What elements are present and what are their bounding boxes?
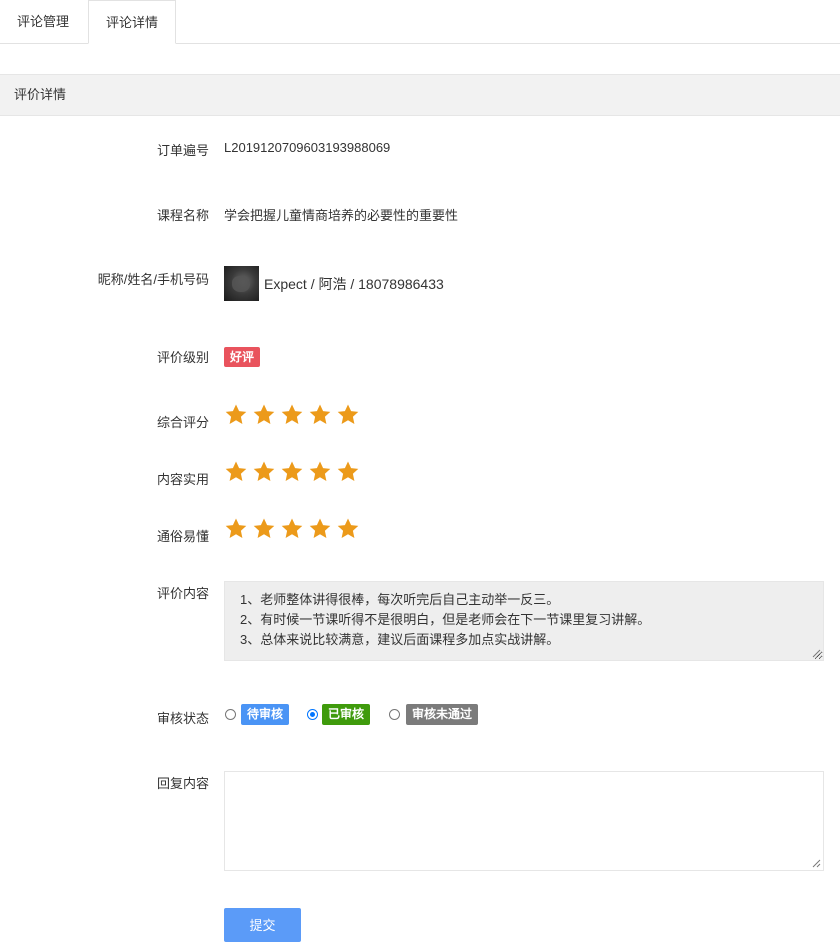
- star-icon: [252, 517, 276, 541]
- comment-line: 1、老师整体讲得很棒，每次听完后自己主动举一反三。: [240, 592, 560, 607]
- star-icon: [308, 517, 332, 541]
- star-icon: [336, 403, 360, 427]
- star-icon: [252, 460, 276, 484]
- easy-label: 通俗易懂: [156, 529, 209, 544]
- radio-approved[interactable]: [307, 709, 318, 720]
- radio-pending[interactable]: [225, 709, 236, 720]
- tab-comment-detail[interactable]: 评论详情: [88, 0, 176, 44]
- comment-content[interactable]: 1、老师整体讲得很棒，每次听完后自己主动举一反三。 2、有时候一节课听得不是很明…: [224, 581, 824, 661]
- order-no-value: L2019120709603193988069: [224, 140, 391, 155]
- resize-grip-icon[interactable]: [812, 649, 821, 658]
- overall-rating: [224, 403, 364, 427]
- reply-input[interactable]: [224, 771, 824, 871]
- comment-line: 3、总体来说比较满意，建议后面课程多加点实战讲解。: [240, 632, 560, 647]
- star-icon: [336, 460, 360, 484]
- order-no-label: 订单遍号: [156, 143, 209, 158]
- review-status-label: 审核状态: [156, 711, 209, 726]
- practical-label: 内容实用: [156, 472, 209, 487]
- star-icon: [224, 517, 248, 541]
- comment-line: 2、有时候一节课听得不是很明白，但是老师会在下一节课里复习讲解。: [240, 612, 651, 627]
- status-badge-rejected[interactable]: 审核未通过: [406, 704, 479, 725]
- reply-label: 回复内容: [156, 776, 209, 791]
- star-icon: [308, 460, 332, 484]
- practical-rating: [224, 460, 364, 484]
- star-icon: [308, 403, 332, 427]
- user-value: Expect / 阿浩 / 18078986433: [264, 276, 444, 292]
- section-title: 评价详情: [0, 74, 840, 116]
- star-icon: [336, 517, 360, 541]
- submit-button[interactable]: 提交: [224, 908, 301, 942]
- star-icon: [252, 403, 276, 427]
- radio-rejected[interactable]: [389, 709, 400, 720]
- tab-bar: 评论管理 评论详情: [0, 0, 840, 44]
- level-badge: 好评: [224, 347, 261, 367]
- star-icon: [280, 460, 304, 484]
- tab-comment-management[interactable]: 评论管理: [0, 0, 86, 44]
- course-label: 课程名称: [156, 208, 209, 223]
- level-label: 评价级别: [156, 350, 209, 365]
- user-label: 昵称/姓名/手机号码: [97, 272, 209, 287]
- easy-rating: [224, 517, 364, 541]
- star-icon: [224, 403, 248, 427]
- status-badge-pending[interactable]: 待审核: [241, 704, 290, 725]
- content-label: 评价内容: [156, 586, 209, 601]
- status-badge-approved[interactable]: 已审核: [322, 704, 371, 725]
- star-icon: [280, 403, 304, 427]
- star-icon: [280, 517, 304, 541]
- resize-grip-icon[interactable]: [812, 859, 821, 868]
- course-value: 学会把握儿童情商培养的必要性的重要性: [224, 208, 459, 223]
- overall-label: 综合评分: [156, 415, 209, 430]
- star-icon: [224, 460, 248, 484]
- user-avatar-icon: [224, 266, 259, 301]
